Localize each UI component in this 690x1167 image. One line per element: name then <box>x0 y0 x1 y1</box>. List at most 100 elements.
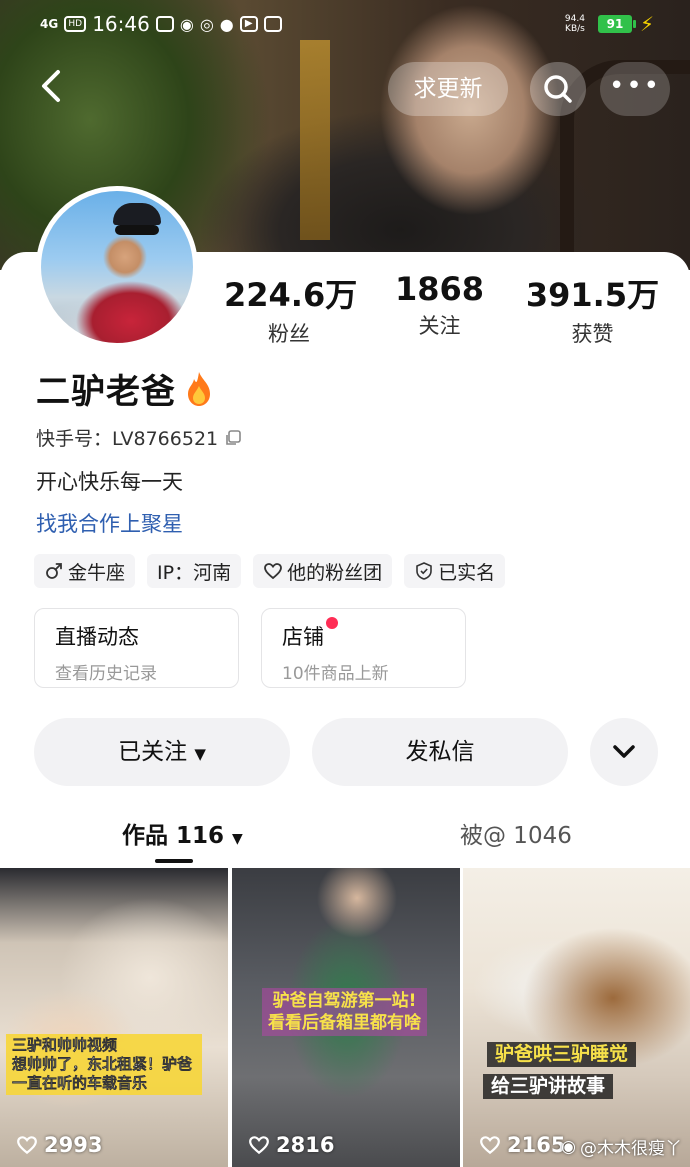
live-history-subtitle: 查看历史记录 <box>55 664 157 684</box>
app-icon: ◎ <box>199 14 214 34</box>
tag-ip-location: IP：河南 <box>147 554 242 588</box>
live-history-title: 直播动态 <box>55 625 139 649</box>
kuaishou-id-text: 快手号：LV8766521 <box>36 428 219 450</box>
profile-tabs: 作品 116 ▼ 被@ 1046 <box>0 808 690 868</box>
heart-icon <box>17 1136 37 1155</box>
video-likes: 2993 <box>16 1133 102 1157</box>
network-indicator: 4G <box>40 17 59 31</box>
battery-icon: 91 <box>597 15 636 33</box>
video-thumbnail[interactable]: 驴爸哄三驴睡觉 给三驴讲故事 2165 ◉ @木木很瘦丫 <box>463 868 690 1167</box>
charging-icon: ⚡ <box>639 12 654 36</box>
fire-icon <box>188 371 210 406</box>
following-stat[interactable]: 1868 关注 <box>382 270 497 340</box>
profile-tags: 金牛座 IP：河南 他的粉丝团 已实名 <box>34 554 506 588</box>
cooperation-link[interactable]: 找我合作上聚星 <box>36 508 183 538</box>
followers-count: 224.6万 <box>224 276 358 314</box>
video-likes-count: 2816 <box>276 1133 335 1157</box>
following-label: 关注 <box>418 314 461 338</box>
likes-label: 获赞 <box>571 322 614 346</box>
tag-fan-club-label: 他的粉丝团 <box>287 561 383 584</box>
tag-zodiac-label: 金牛座 <box>68 561 126 584</box>
send-message-button[interactable]: 发私信 <box>312 718 568 786</box>
search-icon <box>544 75 572 103</box>
heart-icon <box>480 1136 500 1155</box>
profile-stats: 224.6万 粉丝 1868 关注 391.5万 获赞 <box>210 270 680 350</box>
video-likes-count: 2993 <box>44 1133 103 1157</box>
video-caption: 给三驴讲故事 <box>483 1074 614 1099</box>
video-caption: 驴爸哄三驴睡觉 <box>487 1042 637 1067</box>
notification-app-icon <box>155 16 174 32</box>
active-tab-indicator <box>155 859 193 863</box>
video-caption-line: 驴爸自驾游第一站! <box>272 991 417 1011</box>
shop-new-dot <box>326 617 338 629</box>
live-history-card[interactable]: 直播动态 查看历史记录 <box>34 608 239 688</box>
video-likes: 2165 <box>479 1133 565 1157</box>
app-badge-icon <box>263 16 282 32</box>
video-caption-line: 看看后备箱里都有啥 <box>268 1013 421 1033</box>
hd-icon: HD <box>64 16 87 32</box>
more-dots-icon: ••• <box>608 71 661 101</box>
video-thumbnail[interactable]: 三驴和帅帅视频 想帅帅了，东北租紧！驴爸 一直在听的车载音乐 2993 <box>0 868 228 1167</box>
video-likes-count: 2165 <box>507 1133 566 1157</box>
status-time: 16:46 <box>92 12 150 36</box>
send-message-label: 发私信 <box>405 739 475 765</box>
search-button[interactable] <box>530 62 586 116</box>
weibo-logo-icon: ◉ <box>561 1136 576 1157</box>
status-bar: 4G HD 16:46 ◉ ◎ ● ▶ 94.4 KB/s 91 ⚡ <box>0 6 690 42</box>
tag-ip-label: IP：河南 <box>157 561 232 584</box>
video-caption: 三驴和帅帅视频 想帅帅了，东北租紧！驴爸 一直在听的车载音乐 <box>6 1034 202 1095</box>
shop-title: 店铺 <box>282 617 338 651</box>
caret-down-icon: ▼ <box>232 831 243 847</box>
heart-icon <box>249 1136 269 1155</box>
expand-recommendations-button[interactable] <box>590 718 658 786</box>
tag-zodiac: 金牛座 <box>34 554 136 588</box>
cover-pillar <box>300 40 330 240</box>
chevron-down-icon <box>613 745 635 758</box>
male-icon <box>46 563 62 579</box>
kuaishou-id: 快手号：LV8766521 <box>36 424 242 451</box>
shop-subtitle: 10件商品上新 <box>282 664 389 684</box>
tab-works[interactable]: 作品 116 ▼ <box>122 816 243 850</box>
video-thumbnail[interactable]: 驴爸自驾游第一站! 看看后备箱里都有啥 2816 <box>232 868 460 1167</box>
video-caption: 驴爸自驾游第一站! 看看后备箱里都有啥 <box>262 988 427 1036</box>
profile-bio: 开心快乐每一天 <box>36 470 183 494</box>
avatar-sunglasses <box>115 225 159 235</box>
following-count: 1868 <box>394 270 485 308</box>
network-speed: 94.4 KB/s <box>564 14 585 34</box>
followed-label: 已关注 <box>118 739 188 765</box>
likes-stat[interactable]: 391.5万 获赞 <box>525 270 660 348</box>
tag-verified: 已实名 <box>404 554 506 588</box>
video-grid: 三驴和帅帅视频 想帅帅了，东北租紧！驴爸 一直在听的车载音乐 2993 驴爸自驾… <box>0 868 690 1167</box>
video-caption-line: 一直在听的车载音乐 <box>12 1074 148 1092</box>
tag-verified-label: 已实名 <box>438 561 496 584</box>
followers-label: 粉丝 <box>268 322 310 346</box>
tab-mentioned[interactable]: 被@ 1046 <box>460 816 572 850</box>
video-caption-line: 三驴和帅帅视频 <box>12 1036 118 1054</box>
request-update-button[interactable]: 求更新 <box>388 62 508 116</box>
followed-button[interactable]: 已关注 ▼ <box>34 718 290 786</box>
verified-shield-icon <box>416 562 432 580</box>
shop-title-text: 店铺 <box>282 625 324 649</box>
more-options-button[interactable]: ••• <box>600 62 670 116</box>
tag-fan-club[interactable]: 他的粉丝团 <box>253 554 393 588</box>
caret-down-icon: ▼ <box>194 745 206 763</box>
profile-name: 二驴老爸 <box>36 372 176 412</box>
tab-works-label: 作品 116 <box>122 823 225 849</box>
chat-icon: ● <box>219 14 234 34</box>
followers-stat[interactable]: 224.6万 粉丝 <box>224 270 358 348</box>
watermark: ◉ @木木很瘦丫 <box>561 1134 682 1160</box>
chevron-left-icon <box>42 70 60 102</box>
heart-icon <box>264 563 282 580</box>
avatar[interactable] <box>36 186 198 348</box>
play-icon: ▶ <box>239 16 258 32</box>
likes-count: 391.5万 <box>525 276 660 314</box>
profile-name-row: 二驴老爸 <box>36 364 214 413</box>
video-caption-line: 想帅帅了，东北租紧！驴爸 <box>12 1055 193 1073</box>
copy-icon[interactable] <box>224 429 242 447</box>
watermark-text: @木木很瘦丫 <box>580 1139 682 1159</box>
video-likes: 2816 <box>248 1133 334 1157</box>
avatar-cap <box>113 203 161 225</box>
shop-card[interactable]: 店铺 10件商品上新 <box>261 608 466 688</box>
back-button[interactable] <box>36 66 76 110</box>
weibo-icon: ◉ <box>179 14 194 34</box>
